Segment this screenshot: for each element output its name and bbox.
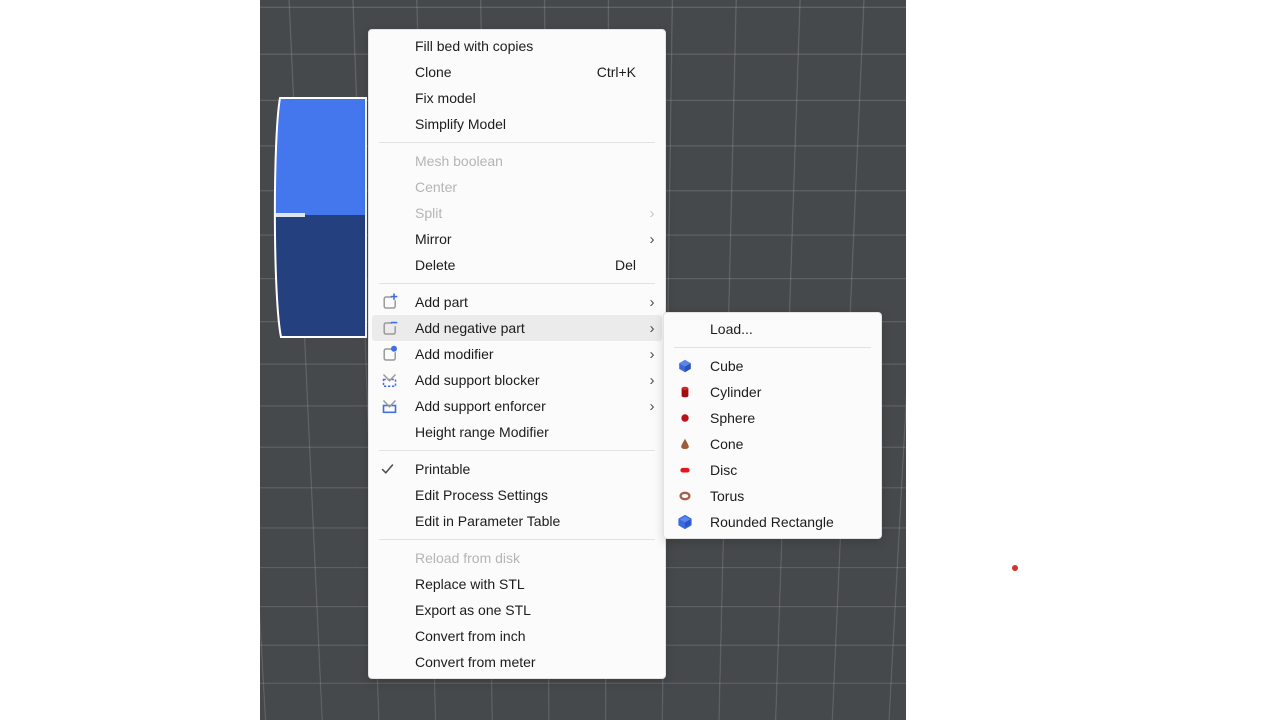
menu-item-label: Cone	[710, 436, 858, 452]
menu-item-label: Disc	[710, 462, 858, 478]
add-negative-part-icon	[372, 319, 415, 337]
menu-item-export-as-one-stl[interactable]: Export as one STL	[372, 597, 662, 623]
menu-item-label: Mesh boolean	[415, 153, 642, 169]
submenu-arrow-icon: ›	[642, 399, 662, 414]
add-negative-part-submenu: Load... Cube Cylinder Sphere Cone Disc Torus Ro…	[663, 312, 882, 539]
menu-item-label: Cube	[710, 358, 858, 374]
menu-item-cylinder[interactable]: Cylinder	[667, 379, 878, 405]
menu-item-replace-with-stl[interactable]: Replace with STL	[372, 571, 662, 597]
submenu-arrow-icon: ›	[642, 295, 662, 310]
menu-item-label: Printable	[415, 461, 642, 477]
shortcut-label: Del	[615, 257, 636, 273]
menu-item-label: Add support enforcer	[415, 398, 642, 414]
menu-item-label: Export as one STL	[415, 602, 642, 618]
menu-item-rounded-rectangle[interactable]: Rounded Rectangle	[667, 509, 878, 535]
menu-item-add-modifier[interactable]: Add modifier›	[372, 341, 662, 367]
menu-item-mirror[interactable]: Mirror›	[372, 226, 662, 252]
menu-item-reload-from-disk: Reload from disk	[372, 545, 662, 571]
menu-item-label: Convert from meter	[415, 654, 642, 670]
menu-item-label: Simplify Model	[415, 116, 642, 132]
menu-item-split: Split›	[372, 200, 662, 226]
cylinder-icon	[667, 385, 710, 399]
menu-item-label: Fix model	[415, 90, 642, 106]
menu-item-label: Edit in Parameter Table	[415, 513, 642, 529]
model-bottom-half	[270, 215, 367, 338]
menu-separator	[674, 347, 871, 348]
shortcut-label: Ctrl+K	[597, 64, 636, 80]
menu-item-disc[interactable]: Disc	[667, 457, 878, 483]
menu-item-label: Rounded Rectangle	[710, 514, 858, 530]
rounded-rectangle-icon	[667, 515, 710, 529]
disc-icon	[667, 463, 710, 477]
menu-item-label: Clone	[415, 64, 597, 80]
check-icon	[372, 462, 415, 476]
menu-item-label: Fill bed with copies	[415, 38, 642, 54]
menu-item-edit-process-settings[interactable]: Edit Process Settings	[372, 482, 662, 508]
menu-item-load[interactable]: Load...	[667, 316, 878, 342]
sphere-icon	[667, 411, 710, 425]
menu-item-delete[interactable]: DeleteDel	[372, 252, 662, 278]
menu-item-convert-from-meter[interactable]: Convert from meter	[372, 649, 662, 675]
menu-item-add-part[interactable]: Add part›	[372, 289, 662, 315]
menu-item-add-negative-part[interactable]: Add negative part›	[372, 315, 662, 341]
menu-item-convert-from-inch[interactable]: Convert from inch	[372, 623, 662, 649]
submenu-arrow-icon: ›	[642, 321, 662, 336]
menu-item-label: Add modifier	[415, 346, 642, 362]
model-seam-line	[272, 213, 305, 217]
menu-item-fix-model[interactable]: Fix model	[372, 85, 662, 111]
menu-item-label: Delete	[415, 257, 615, 273]
menu-item-label: Height range Modifier	[415, 424, 642, 440]
model-cube[interactable]	[270, 97, 367, 338]
menu-item-simplify-model[interactable]: Simplify Model	[372, 111, 662, 137]
menu-separator	[379, 539, 655, 540]
menu-item-label: Sphere	[710, 410, 858, 426]
menu-item-height-range-modifier[interactable]: Height range Modifier	[372, 419, 662, 445]
cone-icon	[667, 437, 710, 451]
cube-icon	[667, 359, 710, 373]
menu-item-label: Add negative part	[415, 320, 642, 336]
menu-separator	[379, 142, 655, 143]
submenu-arrow-icon: ›	[642, 206, 662, 221]
menu-item-label: Cylinder	[710, 384, 858, 400]
menu-item-label: Reload from disk	[415, 550, 642, 566]
menu-item-label: Split	[415, 205, 642, 221]
menu-separator	[379, 450, 655, 451]
menu-item-cone[interactable]: Cone	[667, 431, 878, 457]
support-enforcer-icon	[372, 397, 415, 415]
submenu-arrow-icon: ›	[642, 373, 662, 388]
menu-item-torus[interactable]: Torus	[667, 483, 878, 509]
support-blocker-icon	[372, 371, 415, 389]
menu-item-add-support-blocker[interactable]: Add support blocker›	[372, 367, 662, 393]
menu-item-label: Convert from inch	[415, 628, 642, 644]
menu-item-label: Edit Process Settings	[415, 487, 642, 503]
menu-item-label: Replace with STL	[415, 576, 642, 592]
menu-item-center: Center	[372, 174, 662, 200]
menu-item-edit-in-parameter-table[interactable]: Edit in Parameter Table	[372, 508, 662, 534]
submenu-arrow-icon: ›	[642, 347, 662, 362]
menu-item-label: Center	[415, 179, 642, 195]
add-modifier-icon	[372, 345, 415, 363]
menu-item-label: Load...	[710, 321, 858, 337]
menu-item-clone[interactable]: CloneCtrl+K	[372, 59, 662, 85]
menu-item-label: Mirror	[415, 231, 642, 247]
menu-separator	[379, 283, 655, 284]
menu-item-mesh-boolean: Mesh boolean	[372, 148, 662, 174]
submenu-arrow-icon: ›	[642, 232, 662, 247]
menu-item-printable[interactable]: Printable	[372, 456, 662, 482]
menu-item-label: Add support blocker	[415, 372, 642, 388]
menu-item-sphere[interactable]: Sphere	[667, 405, 878, 431]
menu-item-label: Torus	[710, 488, 858, 504]
menu-item-fill-bed-with-copies[interactable]: Fill bed with copies	[372, 33, 662, 59]
context-menu: Fill bed with copies CloneCtrl+K Fix model…	[368, 29, 666, 679]
model-top-half	[270, 97, 367, 215]
menu-item-cube[interactable]: Cube	[667, 353, 878, 379]
menu-item-label: Add part	[415, 294, 642, 310]
cursor-dot	[1012, 565, 1018, 571]
add-part-icon	[372, 293, 415, 311]
torus-icon	[667, 489, 710, 503]
menu-item-add-support-enforcer[interactable]: Add support enforcer›	[372, 393, 662, 419]
